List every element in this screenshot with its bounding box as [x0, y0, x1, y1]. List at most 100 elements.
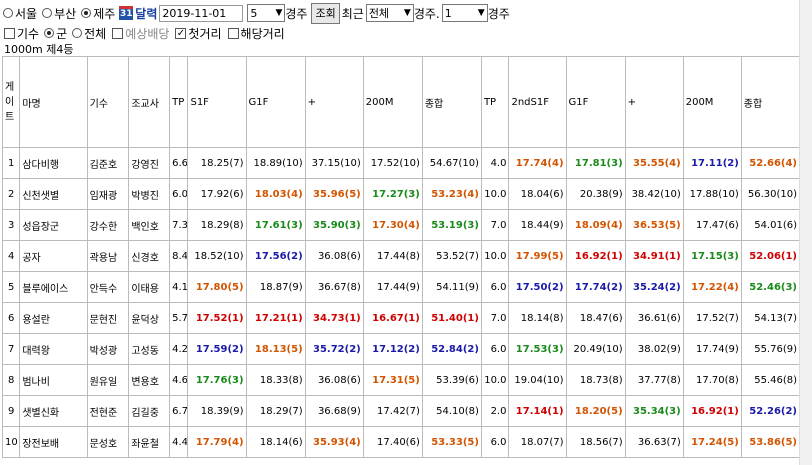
race-number-value-2: 1 — [444, 6, 452, 20]
cell-m200: 17.31(5) — [362, 364, 423, 396]
race-suffix-label-2: 경주 — [487, 6, 510, 21]
cell-m200: 17.40(6) — [362, 426, 423, 458]
column-header: + — [304, 56, 364, 148]
cell-m200: 17.52(10) — [362, 147, 423, 179]
cell-g1f: 18.33(8) — [245, 364, 306, 396]
column-header: S1F — [187, 56, 247, 148]
recent-value: 전체 — [368, 7, 390, 20]
cell-s1f2: 18.04(6) — [508, 178, 567, 210]
cell-tp2: 6.0 — [480, 271, 510, 303]
cell-trainer: 강영진 — [128, 147, 171, 179]
cell-s1f: 17.92(6) — [187, 178, 247, 210]
cell-total: 53.23(4) — [421, 178, 482, 210]
cell-g1f2: 18.56(7) — [565, 426, 626, 458]
cell-g1f2: 18.09(4) — [565, 209, 626, 241]
column-header: + — [624, 56, 684, 148]
cell-m2002: 17.47(6) — [682, 209, 742, 241]
cell-m200: 17.44(9) — [362, 271, 423, 303]
first-distance-checkbox[interactable]: ✓ — [175, 27, 187, 39]
cell-g1f: 17.56(2) — [245, 240, 306, 272]
cell-tp: 4.6 — [169, 364, 189, 396]
venue-label-seoul: 서울 — [15, 6, 38, 21]
table-row: 2 신천샛별 임재광 박병진 6.0 17.92(6) 18.03(4) 35.96(5) 17… — [1, 178, 801, 210]
cell-total2: 53.86(5) — [740, 426, 801, 458]
column-header: 기수 — [86, 56, 130, 148]
all-radio[interactable] — [72, 28, 83, 38]
cell-m200: 16.67(1) — [362, 302, 423, 334]
same-distance-checkbox[interactable] — [227, 27, 239, 39]
cell-s1f2: 17.50(2) — [508, 271, 567, 303]
race-info: 1000m 제4등 — [4, 43, 74, 56]
cell-g1f2: 18.20(5) — [565, 395, 626, 427]
venue-radio-busan[interactable] — [42, 8, 53, 18]
cell-plus: 35.96(5) — [304, 178, 364, 210]
table-row: 3 성읍장군 강수한 백인호 7.3 18.29(8) 17.61(3) 35.90(3) 17… — [1, 209, 801, 241]
table-row: 6 용설란 문현진 윤덕상 5.7 17.52(1) 17.21(1) 34.73(1) 16.… — [1, 302, 801, 334]
venue-label-busan: 부산 — [54, 6, 77, 21]
cell-total2: 52.06(1) — [740, 240, 801, 272]
venue-radio-seoul[interactable] — [3, 8, 13, 18]
column-header: 2ndS1F — [508, 56, 567, 148]
cell-plus: 36.68(9) — [304, 395, 364, 427]
calendar-icon[interactable]: 31 — [119, 6, 134, 20]
cell-g1f2: 17.74(2) — [565, 271, 626, 303]
cell-total: 53.33(5) — [421, 426, 482, 458]
cell-trainer: 신경호 — [128, 240, 171, 272]
cell-horse: 성읍장군 — [19, 209, 88, 241]
calendar-link[interactable]: 달력 — [135, 5, 157, 22]
cell-total: 54.11(9) — [421, 271, 482, 303]
cell-s1f2: 17.53(3) — [508, 333, 567, 365]
venue-radio-jeju[interactable] — [81, 8, 92, 18]
cell-s1f: 18.25(7) — [187, 147, 247, 179]
query-button[interactable]: 조회 — [311, 2, 340, 24]
group-radio[interactable] — [44, 28, 55, 38]
cell-jockey: 안득수 — [86, 271, 130, 303]
cell-horse: 신천샛별 — [19, 178, 88, 210]
column-header: 200M — [682, 56, 742, 148]
cell-g1f: 18.29(7) — [245, 395, 306, 427]
jockey-label: 기수 — [17, 26, 40, 41]
cell-jockey: 문성호 — [86, 426, 130, 458]
cell-tp2: 10.0 — [480, 178, 510, 210]
filter-bar: 서울 부산 제주 31 달력 2019-11-01 5 ▼ 경주 조회 최근 전체… — [0, 2, 512, 24]
cell-trainer: 좌윤철 — [128, 426, 171, 458]
table-row: 10 장전보배 문성호 좌윤철 4.4 17.79(4) 18.14(6) 35.93(4) 1… — [1, 426, 801, 458]
cell-g1f: 17.21(1) — [245, 302, 306, 334]
column-header: 종합 — [740, 56, 801, 148]
cell-plus: 37.15(10) — [304, 147, 364, 179]
cell-tp2: 7.0 — [480, 302, 510, 334]
cell-trainer: 백인호 — [128, 209, 171, 241]
vertical-scrollbar[interactable] — [799, 0, 812, 465]
race-number-select[interactable]: 5 ▼ — [247, 4, 286, 22]
table-body: 1 삼다비행 김준호 강영진 6.6 18.25(7) 18.89(10) 37.15(10)… — [1, 147, 801, 458]
jockey-checkbox[interactable] — [4, 27, 15, 39]
cell-trainer: 김길중 — [128, 395, 171, 427]
column-header: G1F — [565, 56, 626, 148]
odds-checkbox[interactable] — [112, 27, 124, 39]
cell-total2: 54.01(6) — [740, 209, 801, 241]
cell-gate: 10 — [1, 426, 21, 458]
cell-plus2: 36.53(5) — [624, 209, 684, 241]
race-number-select-2[interactable]: 1 ▼ — [441, 4, 488, 22]
cell-horse: 대력왕 — [19, 333, 88, 365]
cell-gate: 8 — [1, 364, 21, 396]
cell-total2: 54.13(7) — [740, 302, 801, 334]
cell-trainer: 변용호 — [128, 364, 171, 396]
cell-plus2: 37.77(8) — [624, 364, 684, 396]
cell-total2: 52.66(4) — [740, 147, 801, 179]
cell-gate: 3 — [1, 209, 21, 241]
cell-tp: 6.7 — [169, 395, 189, 427]
cell-g1f2: 18.47(6) — [565, 302, 626, 334]
cell-trainer: 윤덕상 — [128, 302, 171, 334]
cell-jockey: 곽용남 — [86, 240, 130, 272]
recent-select[interactable]: 전체 ▼ — [365, 4, 414, 22]
cell-m200: 17.27(3) — [362, 178, 423, 210]
date-input[interactable]: 2019-11-01 — [159, 4, 244, 22]
column-header: 게 이 트 — [1, 56, 21, 148]
cell-tp2: 10.0 — [480, 240, 510, 272]
recent-label: 최근 — [341, 6, 364, 21]
cell-total: 53.39(6) — [421, 364, 482, 396]
cell-horse: 공자 — [19, 240, 88, 272]
cell-m200: 17.12(2) — [362, 333, 423, 365]
cell-g1f2: 20.38(9) — [565, 178, 626, 210]
